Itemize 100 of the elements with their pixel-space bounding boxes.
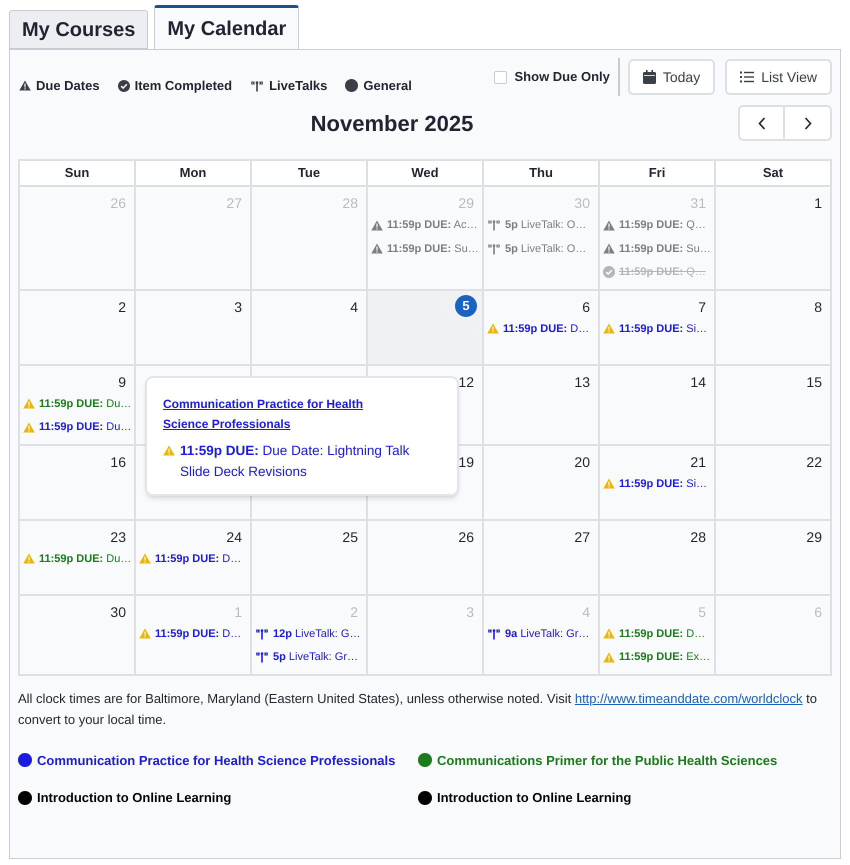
- legend-label: LiveTalks: [269, 77, 328, 95]
- day-number: 21: [690, 452, 706, 472]
- weekday-header: Thu: [484, 161, 598, 185]
- chevron-right-icon: [804, 116, 812, 130]
- calendar-event[interactable]: 9a LiveTalk: Gr…: [487, 626, 598, 642]
- warning-icon: [163, 445, 175, 456]
- day-number: 3: [234, 298, 242, 316]
- calendar-event[interactable]: 11:59p DUE: Du…: [23, 396, 134, 412]
- day-number: 12: [458, 372, 474, 392]
- antenna-icon: [487, 242, 501, 255]
- popover-event[interactable]: 11:59p DUE: Due Date: Lightning Talk Slide Deck Revisions: [163, 440, 441, 482]
- course-link[interactable]: Communication Practice for Health Science Professionals: [163, 394, 441, 434]
- day-number: 4: [350, 298, 358, 316]
- day-number: 19: [458, 452, 474, 472]
- calendar-event[interactable]: 11:59p DUE: D…: [139, 550, 250, 567]
- warning-icon: [603, 628, 615, 640]
- day-number: 29: [806, 528, 822, 546]
- legend-label: Due Dates: [36, 77, 100, 95]
- weekday-header: Sun: [20, 161, 134, 185]
- warning-icon: [487, 323, 499, 334]
- checkbox-label: Show Due Only: [514, 68, 610, 86]
- day-number: 6: [582, 298, 590, 316]
- day-number: 1: [234, 602, 242, 622]
- checkbox[interactable]: [494, 70, 507, 84]
- day-number: 31: [690, 194, 706, 213]
- legend-label: Item Completed: [134, 77, 232, 95]
- weekday-header: Wed: [368, 161, 482, 185]
- day-number: 16: [110, 452, 126, 472]
- day-number: 30: [110, 602, 126, 622]
- day-number: 2: [118, 298, 126, 316]
- calendar-event[interactable]: 11:59p DUE: Si…: [603, 476, 714, 492]
- calendar-icon: [642, 70, 656, 84]
- weekday-header: Fri: [600, 161, 714, 185]
- calendar-event[interactable]: 11:59p DUE: Si…: [603, 320, 714, 337]
- calendar-event[interactable]: 5p LiveTalk: O…: [487, 240, 598, 257]
- worldclock-link[interactable]: http://www.timeanddate.com/worldclock: [574, 690, 802, 706]
- warning-icon: [19, 80, 31, 92]
- day-number: 7: [698, 298, 706, 316]
- day-number: 15: [806, 372, 822, 392]
- day-number: 29: [458, 194, 474, 213]
- dot-icon: [345, 79, 358, 92]
- calendar-event[interactable]: 5p LiveTalk: Gr…: [255, 649, 366, 666]
- day-number: 23: [110, 528, 126, 546]
- calendar-event[interactable]: 12p LiveTalk: G…: [255, 626, 366, 642]
- antenna-icon: [250, 80, 264, 92]
- calendar-event[interactable]: 11:59p DUE: Du…: [23, 419, 134, 436]
- day-number: 26: [110, 194, 126, 213]
- weekday-header: Tue: [252, 161, 366, 185]
- day-number: 14: [690, 372, 706, 392]
- calendar-event[interactable]: 11:59p DUE: Ex…: [603, 649, 714, 666]
- check-circle-icon: [603, 266, 615, 278]
- tab[interactable]: My Courses: [9, 10, 148, 49]
- month-title: November 2025: [310, 110, 474, 138]
- day-number: 3: [466, 602, 474, 622]
- warning-icon: [23, 553, 35, 564]
- legend-label: General: [363, 77, 412, 95]
- day-number: 1: [814, 194, 822, 213]
- antenna-icon: [255, 628, 269, 640]
- warning-icon: [603, 323, 615, 334]
- course-label: Introduction to Online Learning: [37, 789, 232, 807]
- calendar-event[interactable]: 11:59p DUE: Ac…: [371, 217, 482, 234]
- day-number: 22: [806, 452, 822, 472]
- calendar-event[interactable]: 11:59p DUE: D…: [487, 320, 598, 337]
- calendar-event[interactable]: 11:59p DUE: D…: [603, 626, 714, 642]
- day-number: 20: [574, 452, 590, 472]
- day-number: 28: [690, 528, 706, 546]
- warning-icon: [603, 243, 615, 254]
- day-number: 5: [698, 602, 706, 622]
- list-view-button[interactable]: List View: [725, 59, 832, 95]
- list-icon: [740, 71, 754, 83]
- warning-icon: [603, 220, 615, 231]
- day-number: 28: [342, 194, 358, 213]
- calendar-event[interactable]: 11:59p DUE: Q…: [603, 217, 714, 234]
- course-label: Communications Primer for the Public Health Sciences: [437, 752, 778, 770]
- calendar-event[interactable]: 11:59p DUE: Su…: [603, 240, 714, 257]
- warning-icon: [23, 422, 35, 433]
- day-number: 13: [574, 372, 590, 392]
- calendar-event[interactable]: 5p LiveTalk: O…: [487, 217, 598, 234]
- warning-icon: [371, 243, 383, 254]
- day-number: 30: [574, 194, 590, 213]
- warning-icon: [603, 652, 615, 663]
- calendar-event[interactable]: 11:59p DUE: Du…: [23, 550, 134, 567]
- timezone-note: All clock times are for Baltimore, Maryland (Eastern United States), unless otherwise noted. Visit http://www.timeanddate.com/worldclock to convert to your local time.: [18, 690, 818, 729]
- tab[interactable]: My Calendar: [154, 5, 300, 49]
- day-number: 4: [582, 602, 590, 622]
- day-number: 24: [226, 528, 242, 546]
- course-label: Introduction to Online Learning: [437, 789, 632, 807]
- calendar-event[interactable]: 11:59p DUE: D…: [139, 626, 250, 642]
- warning-icon: [603, 478, 615, 490]
- weekday-header: Mon: [136, 161, 250, 185]
- weekday-header: Sat: [716, 161, 830, 185]
- calendar-event[interactable]: 11:59p DUE: Su…: [371, 240, 482, 257]
- warning-icon: [23, 398, 35, 410]
- course-label: Communication Practice for Health Science Professionals: [37, 752, 396, 770]
- antenna-icon: [487, 219, 501, 232]
- today-button[interactable]: Today: [628, 59, 716, 95]
- warning-icon: [139, 628, 151, 640]
- day-number: 6: [814, 602, 822, 622]
- day-number: 8: [814, 298, 822, 316]
- day-number: 27: [226, 194, 242, 213]
